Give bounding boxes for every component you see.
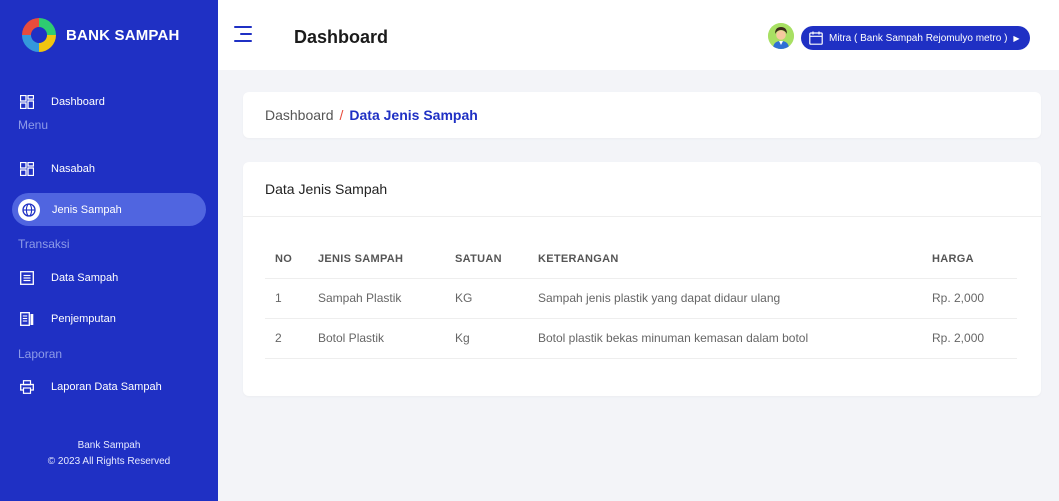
table-header-row: NO JENIS SAMPAH SATUAN KETERANGAN HARGA <box>265 240 1017 279</box>
cell-jenis-sampah: Botol Plastik <box>318 318 455 359</box>
column-header-jenis-sampah: JENIS SAMPAH <box>318 240 455 279</box>
user-label: Mitra ( Bank Sampah Rejomulyo metro ) <box>829 32 1008 44</box>
sidebar-item-nasabah[interactable]: Nasabah <box>18 155 95 183</box>
sidebar-footer: Bank Sampah © 2023 All Rights Reserved <box>0 438 218 470</box>
brand-logo <box>22 18 56 52</box>
cell-jenis-sampah: Sampah Plastik <box>318 278 455 319</box>
sidebar-item-label: Nasabah <box>51 163 96 175</box>
footer-line1: Bank Sampah <box>77 440 141 451</box>
sidebar-item-penjemputan[interactable]: Penjemputan <box>18 305 116 333</box>
section-menu: Menu <box>18 118 49 132</box>
breadcrumb-root[interactable]: Dashboard <box>265 107 334 123</box>
column-header-no: NO <box>265 240 318 279</box>
sidebar-item-label: Dashboard <box>51 96 105 108</box>
sidebar-item-jenis-sampah[interactable]: Jenis Sampah <box>12 193 206 226</box>
section-transaksi: Transaksi <box>18 237 70 251</box>
footer-line2: © 2023 All Rights Reserved <box>47 456 171 467</box>
menu-toggle-icon[interactable] <box>234 26 252 42</box>
sidebar-item-label: Data Sampah <box>51 272 119 284</box>
topbar: Dashboard Mitra ( Bank Sampah Rejomulyo … <box>218 0 1059 70</box>
sidebar-item-dashboard[interactable]: Dashboard <box>18 88 105 116</box>
sidebar-item-label: Penjemputan <box>51 313 116 325</box>
sidebar-item-laporan-data-sampah[interactable]: Laporan Data Sampah <box>18 373 162 401</box>
user-menu-button[interactable]: Mitra ( Bank Sampah Rejomulyo metro ) ▶ <box>801 26 1030 50</box>
printer-icon <box>18 378 36 396</box>
dashboard-icon <box>18 93 36 111</box>
breadcrumb-current: Data Jenis Sampah <box>349 107 478 123</box>
card-title: Data Jenis Sampah <box>243 162 1041 217</box>
section-laporan: Laporan <box>18 347 63 361</box>
list-icon <box>18 269 36 287</box>
column-header-keterangan: KETERANGAN <box>538 240 932 279</box>
sidebar-item-label: Jenis Sampah <box>52 203 122 216</box>
cell-keterangan: Sampah jenis plastik yang dapat didaur u… <box>538 278 932 319</box>
cell-no: 2 <box>265 318 318 359</box>
table-row: 2 Botol Plastik Kg Botol plastik bekas m… <box>265 318 1017 359</box>
data-table-card: Data Jenis Sampah NO JENIS SAMPAH SATUAN… <box>243 162 1041 396</box>
page-title: Dashboard <box>294 27 389 47</box>
cell-harga: Rp. 2,000 <box>932 318 1017 359</box>
column-header-harga: HARGA <box>932 240 1017 279</box>
data-table: NO JENIS SAMPAH SATUAN KETERANGAN HARGA … <box>265 240 1017 359</box>
avatar[interactable] <box>768 23 794 49</box>
dashboard-icon <box>18 160 36 178</box>
breadcrumb-separator: / <box>339 107 344 123</box>
globe-icon <box>18 198 40 221</box>
calendar-icon <box>809 31 823 45</box>
cell-harga: Rp. 2,000 <box>932 278 1017 319</box>
brand-title: BANK SAMPAH <box>66 26 180 44</box>
breadcrumb: Dashboard / Data Jenis Sampah <box>243 92 1041 138</box>
sidebar: BANK SAMPAH Dashboard Menu Nasabah Jenis… <box>0 0 218 501</box>
document-icon <box>18 310 36 328</box>
table-row: 1 Sampah Plastik KG Sampah jenis plastik… <box>265 278 1017 319</box>
sidebar-item-data-sampah[interactable]: Data Sampah <box>18 264 118 292</box>
sidebar-item-label: Laporan Data Sampah <box>51 381 162 393</box>
column-header-satuan: SATUAN <box>455 240 538 279</box>
cell-satuan: KG <box>455 278 538 319</box>
caret-right-icon: ▶ <box>1013 33 1020 43</box>
cell-satuan: Kg <box>455 318 538 359</box>
cell-keterangan: Botol plastik bekas minuman kemasan dala… <box>538 318 932 359</box>
cell-no: 1 <box>265 278 318 319</box>
brand[interactable]: BANK SAMPAH <box>0 0 218 70</box>
